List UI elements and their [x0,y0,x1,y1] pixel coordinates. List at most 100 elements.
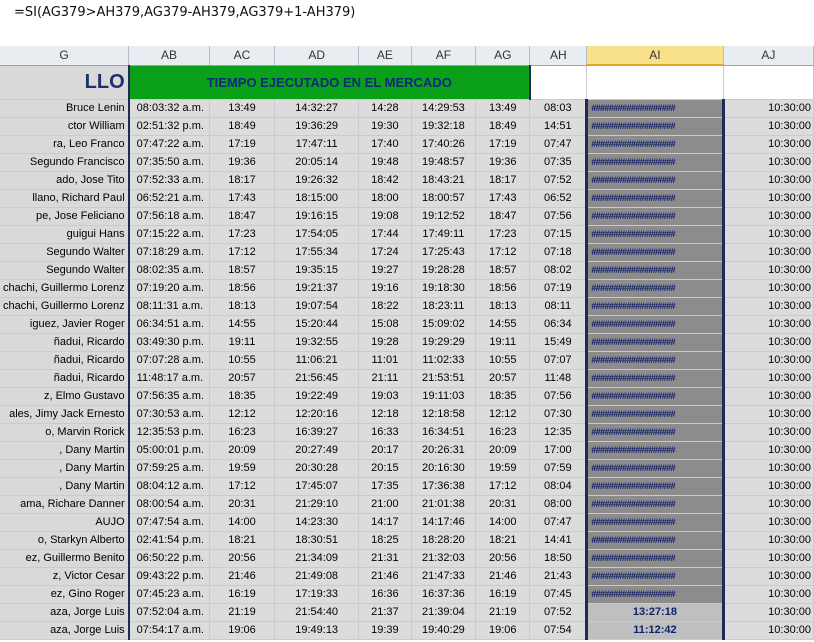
cell-ac[interactable]: 19:36 [209,153,276,172]
cell-ag[interactable]: 18:49 [475,117,531,136]
cell-ai[interactable]: ################### [585,99,725,118]
cell-af[interactable]: 16:37:36 [411,585,477,604]
cell-ab[interactable]: 06:34:51 a.m. [128,315,210,334]
cell-ae[interactable]: 16:36 [358,585,412,604]
cell-aj[interactable]: 10:30:00 [723,117,814,136]
cell-g[interactable]: , Dany Martin [0,441,130,460]
cell-ah[interactable]: 07:47 [529,513,588,532]
cell-ai[interactable]: ################### [585,477,725,496]
cell-ad[interactable]: 17:54:05 [274,225,360,244]
cell-ae[interactable]: 18:42 [358,171,412,190]
cell-g[interactable]: ctor William [0,117,130,136]
cell-af[interactable]: 20:16:30 [411,459,477,478]
cell-ai[interactable]: ################### [585,297,725,316]
cell-ae[interactable]: 21:37 [358,603,412,622]
cell-ac[interactable]: 21:46 [209,567,276,586]
cell-ai[interactable]: ################### [585,585,725,604]
cell-af[interactable]: 11:02:33 [411,351,477,370]
cell-g[interactable]: ama, Richare Danner [0,495,130,514]
cell-aj[interactable]: 10:30:00 [723,621,814,640]
cell-g[interactable]: , Dany Martin [0,459,130,478]
cell-ae[interactable]: 19:30 [358,117,412,136]
cell-aj[interactable]: 10:30:00 [723,369,814,388]
cell-g[interactable]: z, Victor Cesar [0,567,130,586]
cell-ah[interactable]: 07:56 [529,387,588,406]
cell-aj[interactable]: 10:30:00 [723,189,814,208]
empty-cell[interactable] [723,65,814,100]
cell-ab[interactable]: 07:56:18 a.m. [128,207,210,226]
column-header-ac[interactable]: AC [209,46,276,66]
cell-ad[interactable]: 17:19:33 [274,585,360,604]
cell-ae[interactable]: 19:08 [358,207,412,226]
cell-ai[interactable]: ################### [585,369,725,388]
cell-ah[interactable]: 07:07 [529,351,588,370]
cell-ag[interactable]: 20:56 [475,549,531,568]
cell-af[interactable]: 19:29:29 [411,333,477,352]
cell-g[interactable]: ez, Gino Roger [0,585,130,604]
cell-g[interactable]: ez, Guillermo Benito [0,549,130,568]
cell-ae[interactable]: 21:11 [358,369,412,388]
cell-af[interactable]: 19:40:29 [411,621,477,640]
cell-ag[interactable]: 18:13 [475,297,531,316]
cell-g[interactable]: o, Marvin Rorick [0,423,130,442]
cell-ad[interactable]: 20:30:28 [274,459,360,478]
empty-cell[interactable] [529,65,588,100]
cell-ah[interactable]: 17:00 [529,441,588,460]
cell-g[interactable]: ado, Jose Tito [0,171,130,190]
cell-aj[interactable]: 10:30:00 [723,405,814,424]
cell-ac[interactable]: 16:23 [209,423,276,442]
cell-g[interactable]: chachi, Guillermo Lorenz [0,279,130,298]
cell-af[interactable]: 18:23:11 [411,297,477,316]
cell-ag[interactable]: 18:57 [475,261,531,280]
cell-ae[interactable]: 11:01 [358,351,412,370]
cell-ab[interactable]: 07:47:54 a.m. [128,513,210,532]
formula-bar[interactable]: =SI(AG379>AH379,AG379-AH379,AG379+1-AH37… [0,0,814,47]
cell-g[interactable]: pe, Jose Feliciano [0,207,130,226]
cell-ad[interactable]: 17:55:34 [274,243,360,262]
cell-af[interactable]: 19:28:28 [411,261,477,280]
cell-af[interactable]: 21:47:33 [411,567,477,586]
cell-af[interactable]: 21:01:38 [411,495,477,514]
cell-ah[interactable]: 07:52 [529,171,588,190]
cell-ag[interactable]: 18:47 [475,207,531,226]
cell-af[interactable]: 18:28:20 [411,531,477,550]
cell-ae[interactable]: 14:17 [358,513,412,532]
cell-aj[interactable]: 10:30:00 [723,351,814,370]
cell-aj[interactable]: 10:30:00 [723,297,814,316]
cell-ad[interactable]: 21:34:09 [274,549,360,568]
cell-g[interactable]: guigui Hans [0,225,130,244]
cell-ac[interactable]: 18:49 [209,117,276,136]
cell-ab[interactable]: 07:47:22 a.m. [128,135,210,154]
cell-ae[interactable]: 19:27 [358,261,412,280]
cell-ab[interactable]: 05:00:01 p.m. [128,441,210,460]
cell-ab[interactable]: 08:04:12 a.m. [128,477,210,496]
cell-ac[interactable]: 12:12 [209,405,276,424]
cell-ai[interactable]: ################### [585,459,725,478]
cell-ae[interactable]: 16:33 [358,423,412,442]
cell-ag[interactable]: 21:19 [475,603,531,622]
cell-aj[interactable]: 10:30:00 [723,153,814,172]
cell-aj[interactable]: 10:30:00 [723,567,814,586]
cell-ad[interactable]: 11:06:21 [274,351,360,370]
cell-af[interactable]: 19:12:52 [411,207,477,226]
cell-ad[interactable]: 19:07:54 [274,297,360,316]
cell-af[interactable]: 19:32:18 [411,117,477,136]
cell-ad[interactable]: 14:32:27 [274,99,360,118]
empty-cell[interactable] [586,65,724,100]
cell-g[interactable]: ales, Jimy Jack Ernesto [0,405,130,424]
column-header-af[interactable]: AF [411,46,477,66]
cell-ad[interactable]: 19:32:55 [274,333,360,352]
cell-ai[interactable]: ################### [585,441,725,460]
cell-ad[interactable]: 12:20:16 [274,405,360,424]
cell-ab[interactable]: 07:52:33 a.m. [128,171,210,190]
cell-ac[interactable]: 19:59 [209,459,276,478]
cell-ad[interactable]: 19:22:49 [274,387,360,406]
cell-g[interactable]: aza, Jorge Luis [0,603,130,622]
cell-ac[interactable]: 17:12 [209,243,276,262]
cell-ah[interactable]: 07:30 [529,405,588,424]
spreadsheet-grid[interactable]: G AB AC AD AE AF AG AH AI AJ LLO TIEMPO … [0,46,814,642]
cell-ah[interactable]: 07:59 [529,459,588,478]
cell-g[interactable]: Segundo Walter [0,261,130,280]
cell-ad[interactable]: 20:27:49 [274,441,360,460]
cell-af[interactable]: 21:39:04 [411,603,477,622]
